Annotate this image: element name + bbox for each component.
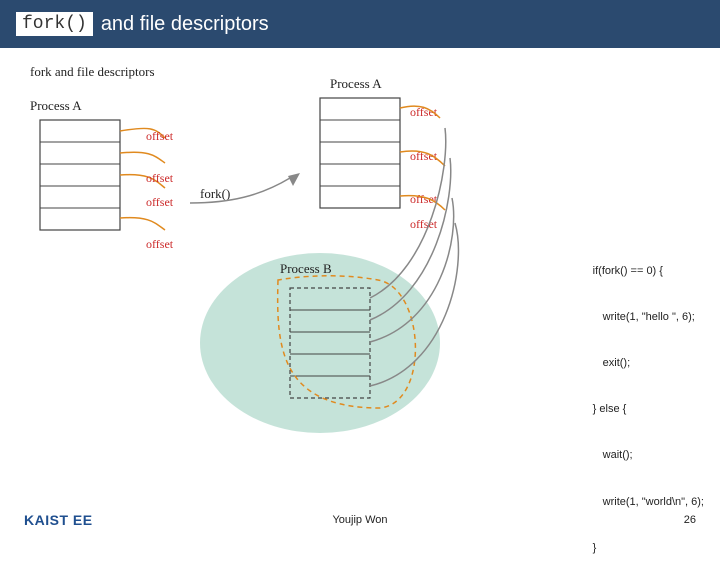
- code-line: }: [593, 541, 704, 556]
- kaist-logo: KAIST EE: [24, 512, 93, 528]
- title-code-token: fork(): [16, 12, 93, 36]
- offset-label: offset: [146, 237, 174, 251]
- slide-footer: KAIST EE Youjip Won 26: [0, 500, 720, 540]
- fork-label: fork(): [200, 186, 230, 201]
- fd-table-a-right: [320, 98, 400, 208]
- offset-label: offset: [410, 192, 438, 206]
- offset-label: offset: [146, 129, 174, 143]
- author-name: Youjip Won: [332, 514, 387, 526]
- process-b-cloud: [200, 253, 440, 433]
- slide-content: fork and file descriptors Process A offs…: [0, 48, 720, 488]
- label-process-b: Process B: [280, 261, 332, 276]
- offset-label: offset: [146, 171, 174, 185]
- title-text: and file descriptors: [101, 13, 269, 36]
- code-line: exit();: [593, 356, 704, 371]
- hand-drawn-diagram: fork and file descriptors Process A offs…: [0, 48, 520, 488]
- code-line: write(1, "hello ", 6);: [593, 310, 704, 325]
- fd-table-a-left: [40, 120, 120, 230]
- diagram-title: fork and file descriptors: [30, 64, 155, 79]
- code-line: } else {: [593, 402, 704, 417]
- label-process-a-left: Process A: [30, 98, 82, 113]
- code-line: wait();: [593, 448, 704, 463]
- code-line: if(fork() == 0) {: [593, 264, 704, 279]
- offset-label: offset: [146, 195, 174, 209]
- page-number: 26: [684, 514, 696, 526]
- offset-label: offset: [410, 217, 438, 231]
- label-process-a-right: Process A: [330, 76, 382, 91]
- slide-header: fork() and file descriptors: [0, 0, 720, 48]
